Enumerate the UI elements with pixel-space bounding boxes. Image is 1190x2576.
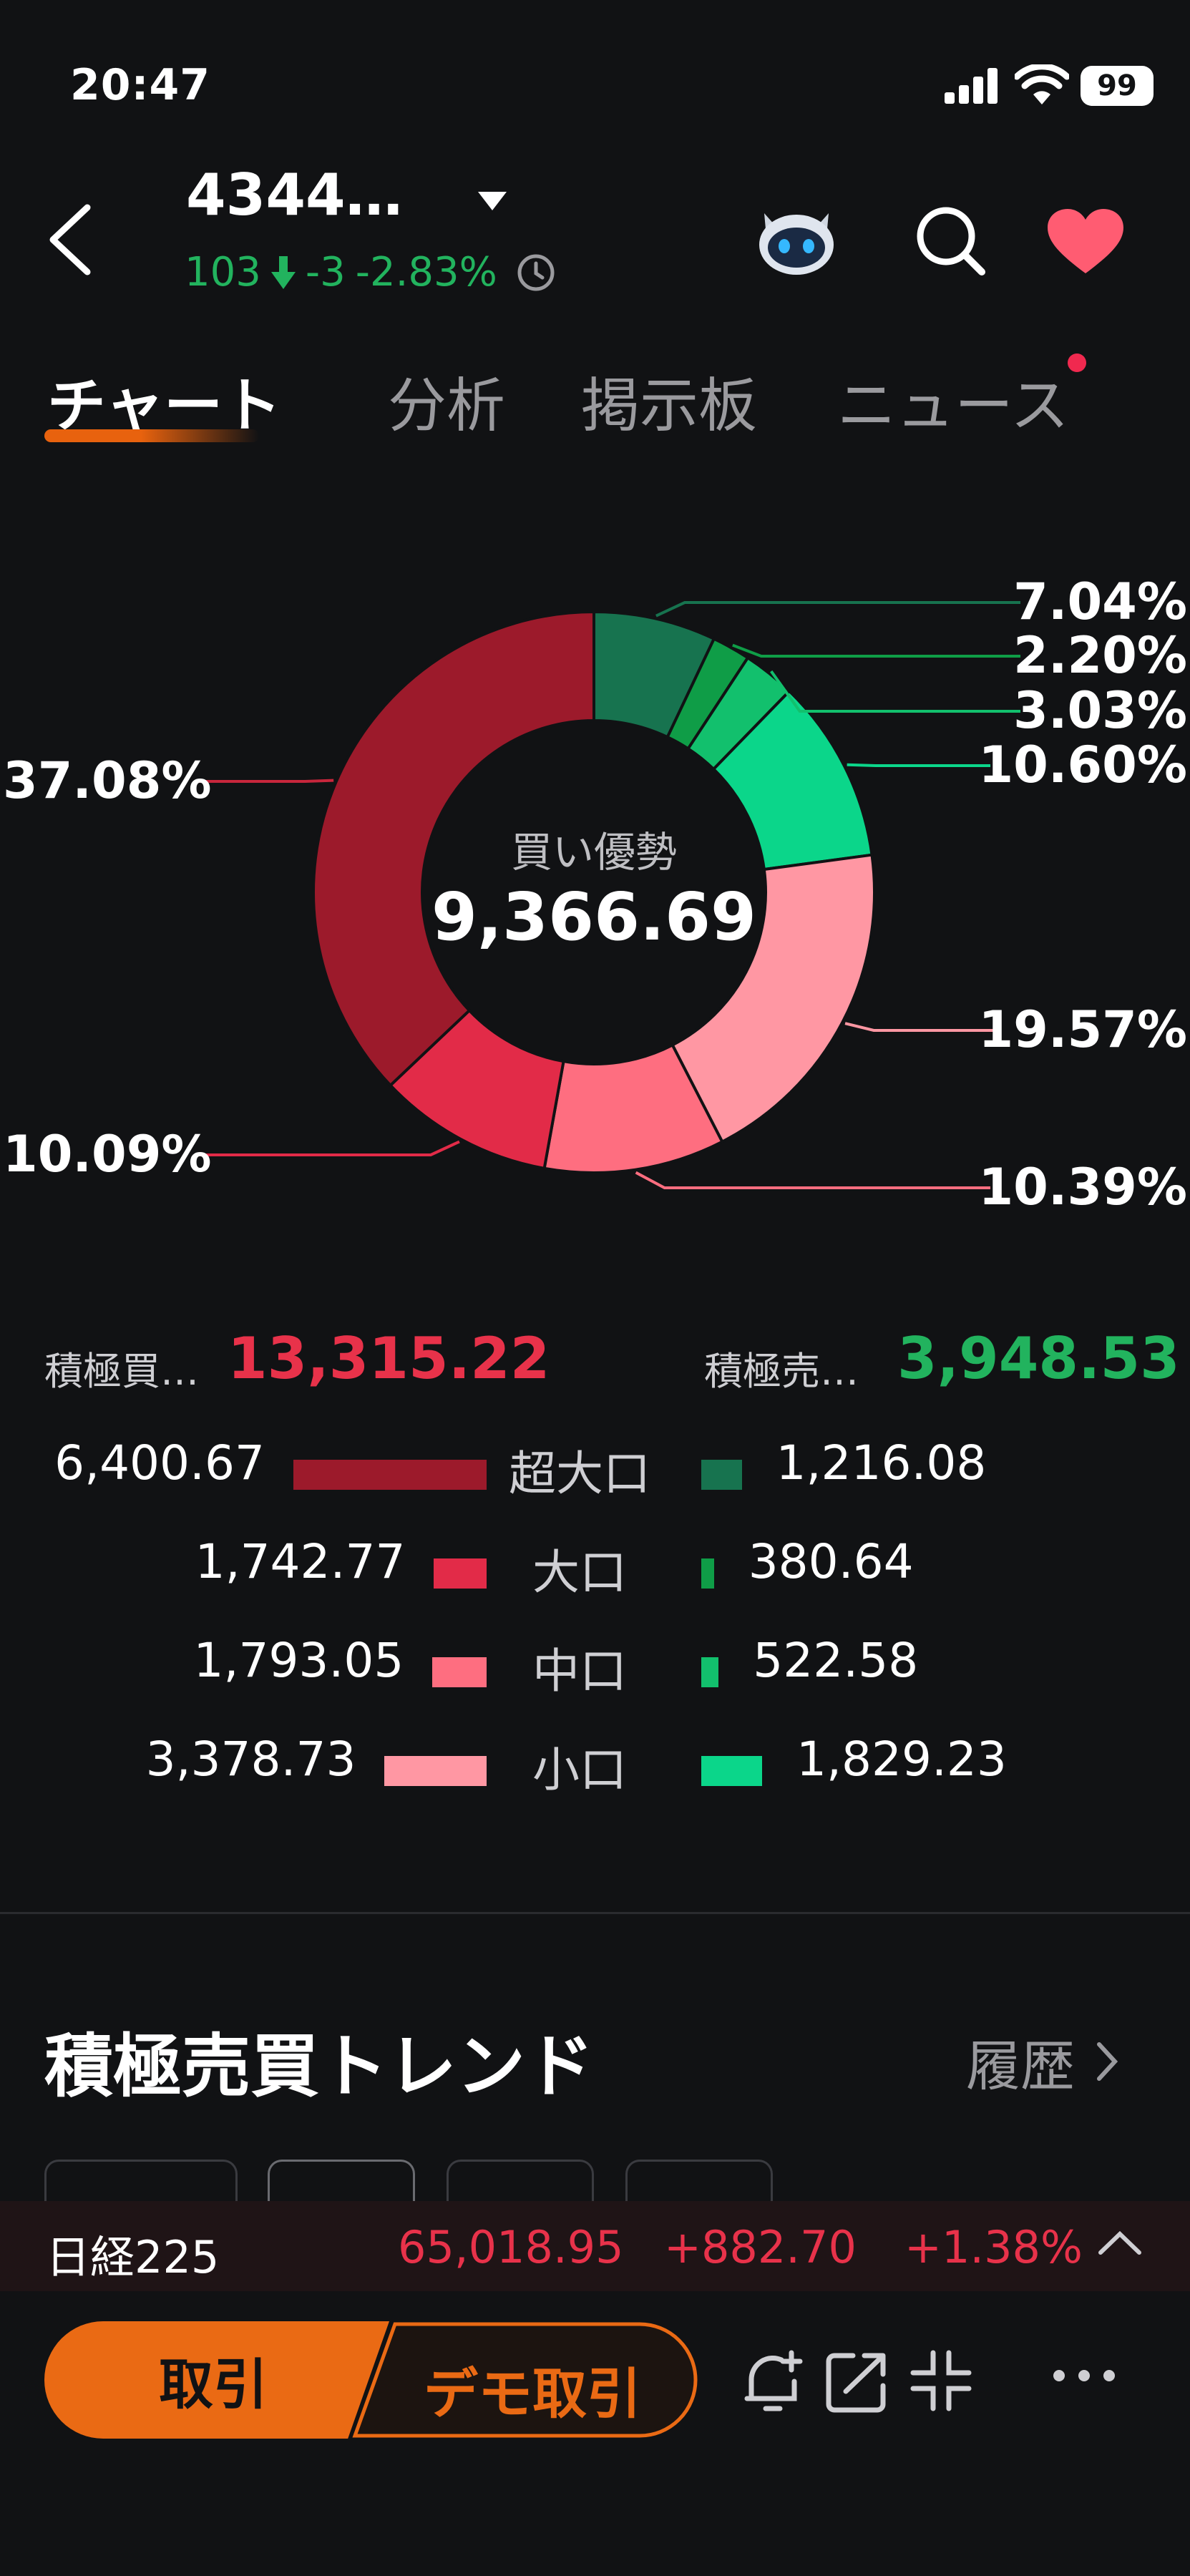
index-ticker-bar[interactable]: 日経225 65,018.95 +882.70 +1.38% (0, 2201, 1190, 2291)
news-notification-dot (1068, 353, 1086, 372)
down-arrow-icon (270, 255, 296, 289)
sell-value: 1,829.23 (796, 1732, 1007, 1787)
robot-assistant-icon[interactable] (751, 200, 842, 279)
demo-trade-button[interactable]: デモ取引 (352, 2321, 698, 2439)
sell-bar (701, 1756, 762, 1786)
trend-section-title: 積極売買トレンド (44, 2026, 594, 2107)
trade-button[interactable]: 取引 (44, 2321, 389, 2439)
donut-center-value: 9,366.69 (431, 879, 756, 955)
price-change-pct: -2.83% (355, 249, 497, 296)
buy-bar (293, 1460, 487, 1490)
search-icon[interactable] (913, 203, 987, 278)
donut-center-label: 買い優勢 (510, 828, 677, 877)
share-icon[interactable] (824, 2348, 889, 2414)
tab-active-indicator (44, 429, 259, 442)
donut-leader-line (635, 1171, 990, 1189)
sell-total-value: 3,948.53 (897, 1325, 1180, 1392)
donut-leader-line (732, 643, 1020, 658)
chevron-right-icon (1097, 2042, 1118, 2081)
donut-percent-label: 3.03% (1013, 681, 1187, 740)
buy-value: 6,400.67 (54, 1435, 265, 1491)
sell-value: 380.64 (748, 1534, 914, 1589)
donut-percent-label: 10.39% (978, 1158, 1187, 1216)
index-name: 日経225 (46, 2231, 220, 2283)
history-link[interactable]: 履歴 (966, 2022, 1118, 2101)
back-arrow-icon[interactable] (43, 200, 100, 279)
caret-down-icon[interactable] (477, 190, 508, 212)
index-change-pct: +1.38% (904, 2221, 1083, 2273)
favorite-heart-icon[interactable] (1046, 208, 1125, 276)
sell-value: 522.58 (753, 1633, 919, 1688)
donut-leader-line (655, 601, 1020, 618)
category-label: 小口 (532, 1742, 627, 1797)
chevron-up-icon[interactable] (1098, 2228, 1142, 2257)
donut-leader-line (197, 1140, 460, 1156)
sell-bar (701, 1558, 714, 1589)
price-change: -3 (305, 249, 346, 296)
donut-leader-line (770, 670, 1020, 713)
breakdown-row: 1,793.05 中口 522.58 (0, 1633, 1190, 1712)
more-dots-icon[interactable] (1052, 2368, 1116, 2383)
section-divider (0, 1912, 1190, 1914)
price-line: 103 -3 -2.83% (185, 249, 556, 296)
wifi-icon (1015, 64, 1069, 104)
donut-leader-line (844, 1022, 999, 1032)
donut-percent-label: 19.57% (978, 1000, 1187, 1059)
donut-percent-label: 2.20% (1013, 626, 1187, 685)
breakdown-row: 1,742.77 大口 380.64 (0, 1534, 1190, 1613)
compress-icon[interactable] (909, 2348, 973, 2413)
category-label: 超大口 (509, 1446, 650, 1501)
status-bar: 20:47 99 (0, 0, 1190, 165)
breakdown-row: 3,378.73 小口 1,829.23 (0, 1732, 1190, 1810)
category-label: 大口 (532, 1545, 627, 1600)
buy-total-value: 13,315.22 (228, 1325, 550, 1392)
donut-percent-label: 10.60% (978, 736, 1187, 794)
category-label: 中口 (532, 1644, 627, 1699)
clock-icon[interactable] (516, 253, 556, 293)
index-value: 65,018.95 (398, 2221, 624, 2273)
signal-icon (945, 68, 998, 104)
buy-bar (384, 1756, 487, 1786)
price-value: 103 (185, 249, 261, 296)
donut-percent-label: 10.09% (3, 1125, 212, 1184)
battery-indicator: 99 (1081, 66, 1154, 106)
donut-percent-label: 37.08% (3, 751, 212, 810)
sell-value: 1,216.08 (776, 1435, 987, 1491)
donut-leader-line (847, 763, 990, 767)
index-change: +882.70 (664, 2221, 857, 2273)
demo-trade-label: デモ取引 (424, 2362, 641, 2426)
donut-percent-label: 7.04% (1013, 572, 1187, 631)
sell-bar (701, 1657, 719, 1687)
buy-value: 3,378.73 (145, 1732, 356, 1787)
tab-analysis[interactable]: 分析 (388, 358, 505, 443)
breakdown-row: 6,400.67 超大口 1,216.08 (0, 1435, 1190, 1514)
tab-board[interactable]: 掲示板 (581, 358, 757, 443)
buy-total-label: 積極買… (44, 1349, 199, 1394)
history-label: 履歴 (966, 2034, 1075, 2098)
status-time: 20:47 (70, 60, 210, 110)
sell-bar (701, 1460, 742, 1490)
tab-news[interactable]: ニュース (837, 358, 1069, 443)
ticker-title[interactable]: 4344… (186, 162, 403, 228)
bell-add-alert-icon[interactable] (737, 2346, 809, 2417)
buy-value: 1,793.05 (193, 1633, 404, 1688)
sell-total-label: 積極売… (704, 1349, 859, 1394)
buy-value: 1,742.77 (195, 1534, 406, 1589)
